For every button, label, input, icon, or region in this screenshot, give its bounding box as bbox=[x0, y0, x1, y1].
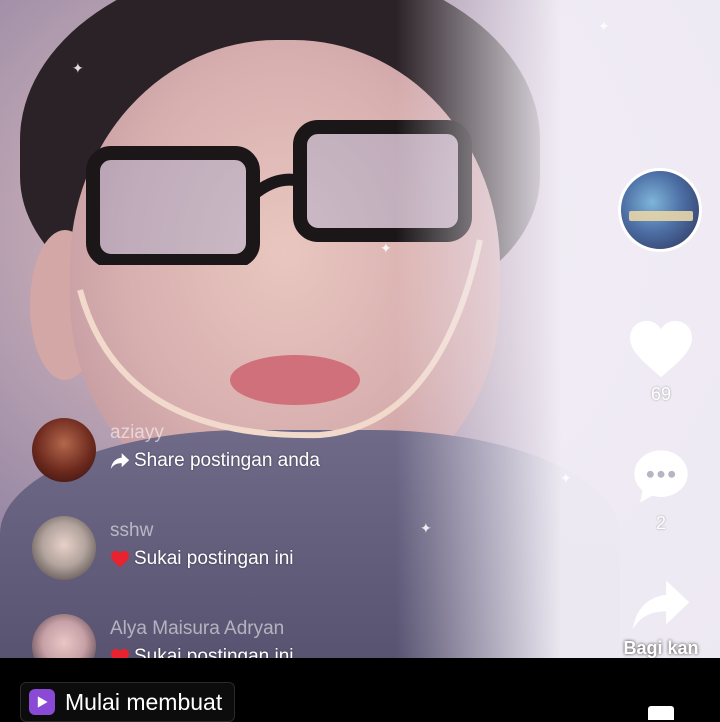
heart-icon bbox=[630, 320, 692, 378]
sparkle-icon: ✦ bbox=[72, 60, 84, 76]
sound-cover-avatar[interactable] bbox=[618, 168, 702, 252]
start-creating-button[interactable]: Mulai membuat bbox=[20, 682, 236, 722]
avatar bbox=[32, 516, 96, 580]
activity-username: aziayy bbox=[110, 422, 164, 443]
like-button[interactable]: 69 bbox=[625, 318, 697, 405]
activity-username: Alya Maisura Adryan bbox=[110, 618, 285, 639]
share-label: Bagi kan bbox=[623, 638, 699, 658]
start-creating-label: Mulai membuat bbox=[65, 688, 223, 715]
sparkle-icon: ✦ bbox=[380, 240, 392, 256]
avatar bbox=[32, 418, 96, 482]
cover-title-band bbox=[629, 211, 693, 221]
like-count: 69 bbox=[650, 384, 672, 404]
play-square-icon bbox=[29, 689, 55, 715]
activity-item[interactable]: sshw Sukai postingan ini bbox=[32, 516, 294, 580]
activity-username: sshw bbox=[110, 520, 154, 541]
activity-action-text: Sukai postingan ini bbox=[134, 548, 294, 569]
sparkle-icon: ✦ bbox=[598, 18, 610, 34]
sparkle-icon: ✦ bbox=[420, 520, 432, 536]
corner-handle bbox=[648, 706, 674, 720]
comment-bubble-icon bbox=[634, 450, 688, 503]
share-arrow-icon bbox=[110, 452, 130, 470]
comment-count: 2 bbox=[655, 513, 666, 533]
sparkle-icon: ✦ bbox=[560, 470, 572, 486]
share-button[interactable]: Bagi kan bbox=[616, 578, 706, 659]
activity-action-text: Share postingan anda bbox=[134, 450, 320, 471]
bottom-bar: Mulai membuat bbox=[0, 658, 720, 722]
share-arrow-icon bbox=[632, 580, 690, 630]
comment-button[interactable]: 2 bbox=[625, 445, 697, 534]
activity-item[interactable]: aziayy Share postingan anda bbox=[32, 418, 320, 482]
heart-icon bbox=[110, 550, 130, 568]
